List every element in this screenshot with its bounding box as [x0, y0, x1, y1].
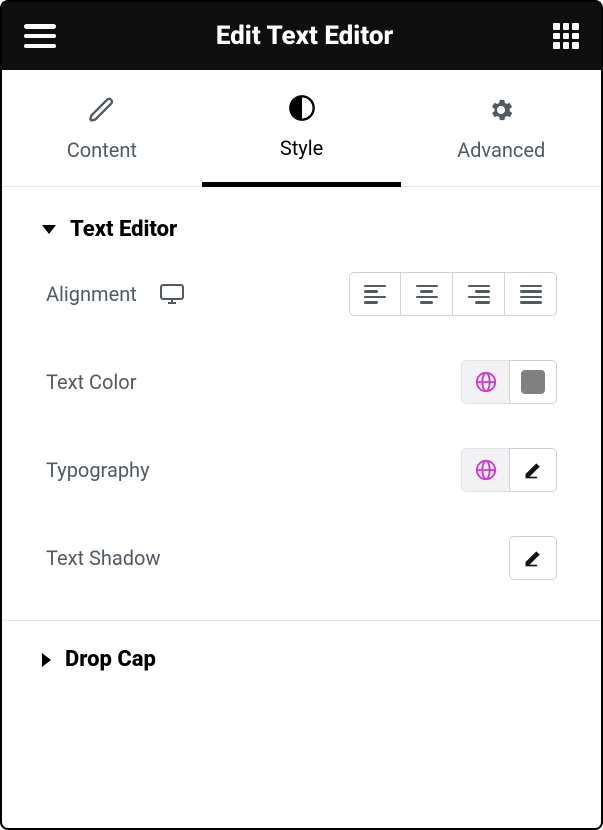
text-color-label: Text Color	[46, 370, 136, 394]
caret-right-icon	[42, 653, 51, 667]
half-circle-icon	[288, 94, 316, 122]
globe-icon	[475, 371, 497, 393]
tab-style[interactable]: Style	[202, 70, 402, 187]
tab-advanced[interactable]: Advanced	[401, 70, 601, 186]
tab-label: Advanced	[457, 138, 545, 162]
row-text-color: Text Color	[46, 360, 557, 404]
section-title: Drop Cap	[65, 647, 156, 672]
caret-down-icon	[42, 225, 56, 234]
apps-grid-icon[interactable]	[553, 23, 579, 49]
pencil-icon	[88, 96, 116, 124]
alignment-label: Alignment	[46, 282, 137, 306]
typography-edit-button[interactable]	[509, 448, 557, 492]
tab-bar: Content Style Advanced	[2, 70, 601, 187]
row-text-shadow: Text Shadow	[46, 536, 557, 580]
global-color-button[interactable]	[461, 360, 509, 404]
text-color-picker[interactable]	[509, 360, 557, 404]
app-header: Edit Text Editor	[2, 2, 601, 70]
pencil-icon	[523, 548, 543, 568]
typography-label: Typography	[46, 458, 150, 482]
globe-icon	[475, 459, 497, 481]
style-panel: Text Editor Alignment Text Color	[2, 187, 601, 828]
menu-icon[interactable]	[24, 24, 56, 48]
global-typography-button[interactable]	[461, 448, 509, 492]
align-left-button[interactable]	[349, 272, 401, 316]
align-right-button[interactable]	[453, 272, 505, 316]
gear-icon	[487, 96, 515, 124]
text-shadow-edit-button[interactable]	[509, 536, 557, 580]
header-title: Edit Text Editor	[216, 21, 393, 51]
align-right-icon	[468, 285, 490, 304]
color-swatch	[521, 370, 545, 394]
align-center-button[interactable]	[401, 272, 453, 316]
align-justify-button[interactable]	[505, 272, 557, 316]
tab-label: Content	[67, 138, 137, 162]
section-title: Text Editor	[70, 217, 177, 242]
row-alignment: Alignment	[46, 272, 557, 316]
tab-label: Style	[280, 136, 323, 160]
tab-content[interactable]: Content	[2, 70, 202, 186]
section-header-drop-cap[interactable]: Drop Cap	[2, 621, 601, 698]
align-justify-icon	[520, 285, 542, 304]
align-center-icon	[416, 285, 438, 304]
row-typography: Typography	[46, 448, 557, 492]
align-left-icon	[364, 285, 386, 304]
responsive-desktop-icon[interactable]	[159, 283, 185, 305]
text-shadow-label: Text Shadow	[46, 546, 160, 570]
section-body-text-editor: Alignment Text Color	[2, 266, 601, 620]
alignment-button-group	[349, 272, 557, 316]
section-header-text-editor[interactable]: Text Editor	[2, 187, 601, 266]
pencil-icon	[523, 460, 543, 480]
